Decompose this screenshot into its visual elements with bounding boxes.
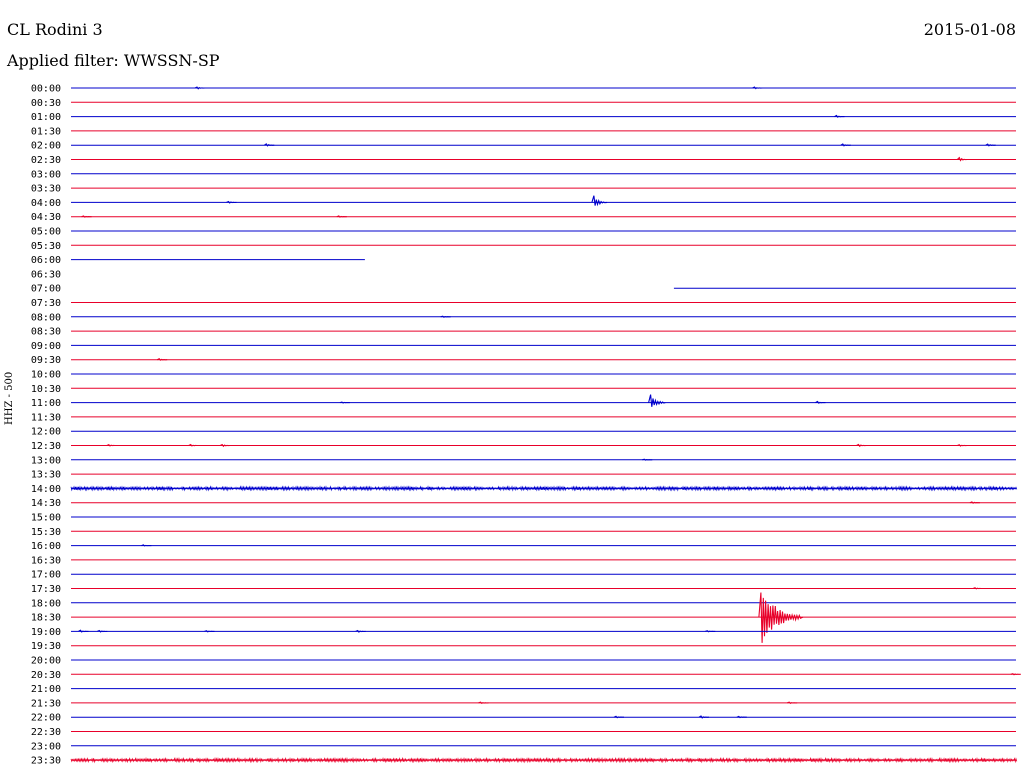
event-8-1: [591, 195, 608, 207]
row-label-31: 15:30: [31, 527, 61, 538]
row-label-19: 09:30: [31, 355, 61, 366]
row-label-34: 17:00: [31, 570, 61, 581]
row-label-14: 07:00: [31, 284, 61, 295]
row-label-23: 11:30: [31, 412, 61, 423]
noise-28: [70, 485, 1018, 492]
row-label-15: 07:30: [31, 298, 61, 309]
row-label-28: 14:00: [31, 484, 61, 495]
row-label-26: 13:00: [31, 455, 61, 466]
row-label-46: 23:00: [31, 741, 61, 752]
row-label-13: 06:30: [31, 269, 61, 280]
event-37-0: [758, 592, 804, 643]
row-label-30: 15:00: [31, 513, 61, 524]
row-label-29: 14:30: [31, 498, 61, 509]
row-label-9: 04:30: [31, 212, 61, 223]
row-label-10: 05:00: [31, 227, 61, 238]
row-label-40: 20:00: [31, 656, 61, 667]
row-label-35: 17:30: [31, 584, 61, 595]
helicorder-plot: 00:00 00:30 01:00 01:30 02:00 02:30 03:00 03:30…: [31, 84, 1021, 767]
row-label-27: 13:30: [31, 470, 61, 481]
row-label-5: 02:30: [31, 155, 61, 166]
row-label-21: 10:30: [31, 384, 61, 395]
row-label-8: 04:00: [31, 198, 61, 209]
row-label-42: 21:00: [31, 684, 61, 695]
row-label-45: 22:30: [31, 727, 61, 738]
row-label-32: 16:00: [31, 541, 61, 552]
row-label-6: 03:00: [31, 169, 61, 180]
row-label-37: 18:30: [31, 613, 61, 624]
noise-47: [70, 756, 1018, 764]
row-label-36: 18:00: [31, 598, 61, 609]
row-label-22: 11:00: [31, 398, 61, 409]
row-label-0: 00:00: [31, 84, 61, 95]
row-label-11: 05:30: [31, 241, 61, 252]
row-label-17: 08:30: [31, 327, 61, 338]
row-label-33: 16:30: [31, 555, 61, 566]
row-label-2: 01:00: [31, 112, 61, 123]
row-label-43: 21:30: [31, 698, 61, 709]
row-label-16: 08:00: [31, 312, 61, 323]
event-22-1: [648, 394, 666, 407]
row-label-47: 23:30: [31, 756, 61, 767]
row-label-12: 06:00: [31, 255, 61, 266]
row-label-25: 12:30: [31, 441, 61, 452]
row-label-7: 03:30: [31, 184, 61, 195]
row-label-20: 10:00: [31, 370, 61, 381]
row-label-18: 09:00: [31, 341, 61, 352]
row-label-24: 12:00: [31, 427, 61, 438]
row-label-44: 22:00: [31, 713, 61, 724]
row-label-39: 19:30: [31, 641, 61, 652]
row-label-38: 19:00: [31, 627, 61, 638]
row-label-3: 01:30: [31, 126, 61, 137]
row-label-41: 20:30: [31, 670, 61, 681]
row-label-4: 02:00: [31, 141, 61, 152]
row-label-1: 00:30: [31, 98, 61, 109]
